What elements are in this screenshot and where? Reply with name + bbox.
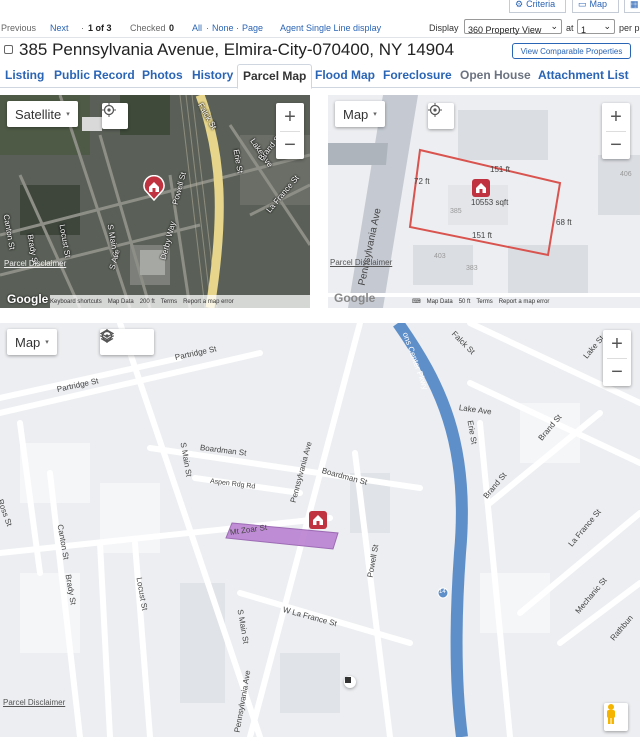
display-option-link[interactable]: Agent Single Line display — [280, 23, 381, 33]
grid-view-button[interactable]: ▦ — [624, 0, 640, 13]
locate-icon[interactable] — [100, 329, 114, 343]
zoom-control: + − — [276, 103, 304, 159]
zoom-control: + − — [602, 103, 630, 159]
position-text: 1 of 3 — [88, 23, 112, 33]
parcel-disclaimer-link[interactable]: Parcel Disclaimer — [3, 698, 65, 707]
parcel-disclaimer-link[interactable]: Parcel Disclaimer — [4, 259, 66, 268]
chevron-down-icon: ⌄ — [603, 21, 611, 31]
results-navbar: Previous Next · 1 of 3 Checked 0 All · N… — [0, 18, 640, 38]
parcel-area: 10553 sqft — [471, 198, 509, 207]
zoom-out-button[interactable]: − — [276, 131, 304, 159]
pegman-icon — [607, 704, 615, 724]
tab-public-record[interactable]: Public Record — [54, 68, 135, 82]
per-page-select[interactable]: 1 ⌄ — [577, 19, 615, 35]
google-logo: Google — [7, 292, 49, 306]
view-comparable-button[interactable]: View Comparable Properties — [512, 43, 631, 59]
map-type-button[interactable]: Map ▾ — [335, 101, 385, 127]
listing-tabs: Listing Public Record Photos History Par… — [0, 64, 640, 89]
home-pin-icon[interactable] — [308, 510, 328, 530]
locate-icon — [428, 103, 442, 117]
map-footer: ⌨ Map Data 50 ft Terms Report a map erro… — [412, 298, 550, 306]
map-type-button[interactable]: Map ▾ — [7, 329, 57, 355]
criteria-button[interactable]: ⚙ Criteria — [509, 0, 566, 13]
locate-button[interactable] — [428, 103, 454, 129]
map-type-button[interactable]: Satellite ▾ — [7, 101, 78, 127]
select-none-link[interactable]: None — [212, 23, 234, 33]
select-checkbox[interactable] — [4, 45, 13, 54]
chevron-down-icon: ⌄ — [550, 21, 558, 31]
next-link[interactable]: Next — [50, 23, 69, 33]
tab-photos[interactable]: Photos — [142, 68, 183, 82]
zoom-out-button[interactable]: − — [602, 131, 630, 159]
checked-count: 0 — [169, 23, 175, 33]
home-pin-icon[interactable] — [143, 175, 165, 201]
parcel-disclaimer-link[interactable]: Parcel Disclaimer — [330, 258, 392, 267]
map-icon: ▭ — [578, 0, 587, 9]
tab-attachment-list[interactable]: Attachment List — [538, 68, 629, 82]
checked-label: Checked — [130, 23, 166, 33]
route-shield: 14 — [439, 589, 446, 595]
display-label: Display — [429, 23, 459, 33]
tab-foreclosure[interactable]: Foreclosure — [383, 68, 452, 82]
zoom-control: + − — [603, 330, 631, 386]
zoom-in-button[interactable]: + — [603, 330, 631, 358]
chevron-down-icon: ▾ — [373, 111, 377, 118]
previous-link[interactable]: Previous — [1, 23, 36, 33]
listing-header: 385 Pennsylvania Avenue, Elmira-City-070… — [0, 40, 640, 62]
tab-parcel-map[interactable]: Parcel Map — [237, 64, 313, 89]
zoom-in-button[interactable]: + — [276, 103, 304, 131]
tab-open-house[interactable]: Open House — [460, 68, 531, 82]
transit-icon — [344, 676, 356, 688]
view-select[interactable]: 360 Property View ⌄ — [464, 19, 562, 35]
satellite-map[interactable]: Falck St Lake Ave Erie St Brand St La Fr… — [0, 95, 310, 308]
select-all-link[interactable]: All — [192, 23, 202, 33]
street-map[interactable]: Partridge St Partridge St Boardman St Bo… — [0, 323, 640, 737]
keyboard-icon: ⌨ — [412, 299, 421, 305]
map-layer-controls — [100, 329, 154, 355]
chevron-down-icon: ▾ — [66, 111, 70, 118]
tab-history[interactable]: History — [192, 68, 233, 82]
chevron-down-icon: ▾ — [45, 339, 49, 346]
grid-icon: ▦ — [630, 0, 639, 9]
select-page-link[interactable]: Page — [242, 23, 263, 33]
listing-address: 385 Pennsylvania Avenue, Elmira-City-070… — [19, 40, 455, 59]
bullet: · — [81, 23, 84, 33]
map-footer: Keyboard shortcuts Map Data 200 ft Terms… — [50, 295, 310, 308]
map-button[interactable]: ▭ Map — [572, 0, 619, 13]
parcel-map[interactable]: Pennsylvania Ave 383 385 403 406 151 ft … — [328, 95, 640, 308]
home-pin-icon[interactable] — [471, 178, 491, 198]
locate-icon — [102, 103, 116, 117]
criteria-icon: ⚙ — [515, 0, 524, 9]
at-label: at — [566, 23, 574, 33]
tab-flood-map[interactable]: Flood Map — [315, 68, 375, 82]
pegman-button[interactable] — [604, 703, 628, 731]
zoom-in-button[interactable]: + — [602, 103, 630, 131]
per-page-label: per p — [619, 23, 640, 33]
locate-button[interactable] — [102, 103, 128, 129]
google-logo: Google — [334, 291, 376, 305]
tab-listing[interactable]: Listing — [5, 68, 44, 82]
top-toolbar: ⚙ Criteria ▭ Map ▦ — [0, 0, 640, 14]
zoom-out-button[interactable]: − — [603, 358, 631, 386]
